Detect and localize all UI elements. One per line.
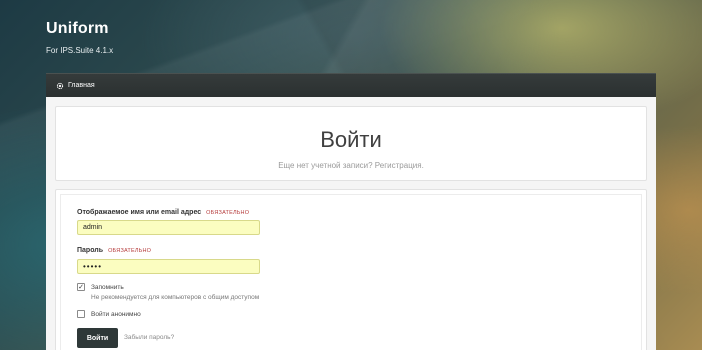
password-label-row: Пароль ОБЯЗАТЕЛЬНО — [77, 247, 151, 254]
username-label-row: Отображаемое имя или email адрес ОБЯЗАТЕ… — [77, 209, 249, 216]
username-label: Отображаемое имя или email адрес — [77, 209, 202, 216]
breadcrumb-bar: Главная — [46, 73, 656, 97]
remember-checkbox[interactable]: ✓ — [77, 283, 85, 291]
main-content: Войти Еще нет учетной записи? Регистраци… — [46, 97, 656, 350]
login-header-card: Войти Еще нет учетной записи? Регистраци… — [55, 106, 647, 181]
username-required-badge: ОБЯЗАТЕЛЬНО — [206, 209, 250, 216]
login-form: Отображаемое имя или email адрес ОБЯЗАТЕ… — [60, 194, 642, 350]
page-title: Войти — [320, 127, 382, 152]
anonymous-label: Войти анонимно — [91, 310, 141, 318]
login-button[interactable]: Войти — [77, 328, 118, 348]
register-hint[interactable]: Еще нет учетной записи? Регистрация. — [56, 161, 646, 170]
forgot-password-link[interactable]: Забыли пароль? — [124, 334, 174, 341]
login-form-card: Отображаемое имя или email адрес ОБЯЗАТЕ… — [55, 189, 647, 350]
gear-icon — [56, 82, 64, 90]
breadcrumb-home[interactable]: Главная — [56, 82, 95, 90]
username-field[interactable]: admin — [77, 220, 260, 235]
remember-description: Не рекомендуется для компьютеров с общим… — [91, 294, 260, 301]
breadcrumb-home-label: Главная — [68, 82, 95, 89]
password-required-badge: ОБЯЗАТЕЛЬНО — [108, 247, 152, 254]
remember-label: Запомнить — [91, 283, 124, 291]
password-field[interactable]: ••••• — [77, 259, 260, 274]
remember-row[interactable]: ✓ Запомнить — [77, 283, 124, 291]
site-title[interactable]: Uniform — [46, 20, 113, 38]
anonymous-row[interactable]: Войти анонимно — [77, 310, 141, 318]
anonymous-checkbox[interactable] — [77, 310, 85, 318]
password-label: Пароль — [77, 247, 104, 254]
site-brand: Uniform For IPS.Suite 4.1.x — [46, 20, 113, 55]
site-subtitle: For IPS.Suite 4.1.x — [46, 46, 114, 55]
